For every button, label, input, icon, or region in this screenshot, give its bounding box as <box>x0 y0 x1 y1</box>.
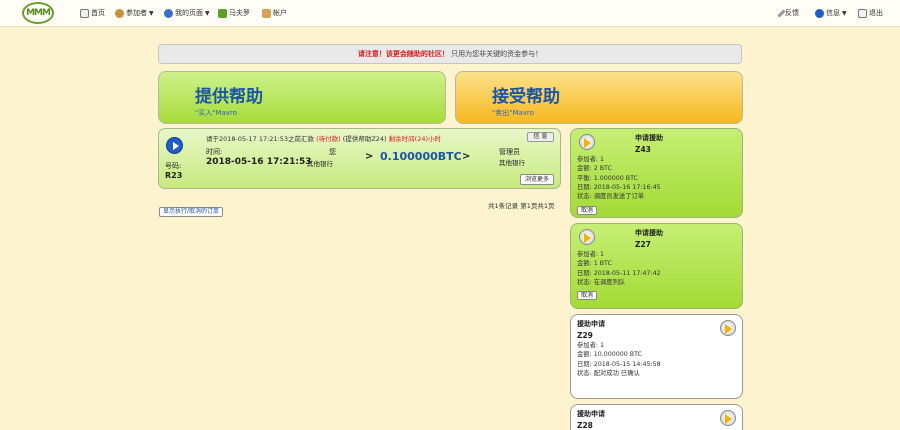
card-code: Z29 <box>577 331 593 340</box>
card-code: Z27 <box>635 240 651 249</box>
card-row: 金额: 1 BTC <box>577 260 612 268</box>
users-icon <box>115 8 124 18</box>
arrow-right-icon <box>579 134 595 150</box>
you-label: 您 <box>329 148 336 156</box>
nav-participants[interactable]: 参加者 ▼ <box>115 7 154 19</box>
arrow-right-icon <box>720 410 736 426</box>
card-row: 金额: 2 BTC <box>577 165 612 173</box>
nav-mavro-label: 马夫罗 <box>229 9 250 17</box>
nav-logout[interactable]: 退出 <box>858 7 883 19</box>
play-icon[interactable] <box>166 137 183 154</box>
notice-text: 只用为您非关键的资金参与！ <box>451 50 543 58</box>
chevron-down-icon: ▼ <box>205 9 210 17</box>
nav-participants-label: 参加者 <box>126 9 147 17</box>
payment-request-card: 号码: R23 请于2018-05-17 17:21:53之前汇款 (待付款) … <box>158 128 561 189</box>
nav-my-page-label: 我的页面 <box>175 9 203 17</box>
receive-help-button[interactable]: 接受帮助 "卖出"Mavro <box>455 71 743 124</box>
card-title: 援助申请 <box>577 320 605 328</box>
receive-help-subtitle: "卖出"Mavro <box>492 109 534 117</box>
card-row: 日期: 2018-05-11 17:47:42 <box>577 269 661 277</box>
user-icon <box>164 8 173 18</box>
amount-value: 0.100000BTC <box>380 150 462 163</box>
home-icon <box>80 8 89 18</box>
card-row: 平衡: 1.000000 BTC <box>577 174 638 182</box>
card-details: 参加者: 1 金额: 1 BTC 日期: 2018-05-11 17:47:42… <box>577 250 661 287</box>
info-button[interactable]: 信 息 <box>527 132 554 142</box>
nav-account[interactable]: 帐户 <box>262 7 287 19</box>
nav-home[interactable]: 首页 <box>80 7 105 19</box>
number-label: 号码: <box>165 162 182 170</box>
manager-label: 管理员 <box>499 148 520 156</box>
card-row: 参加者: 1 <box>577 156 605 163</box>
card-title: 援助申请 <box>577 410 605 418</box>
request-deadline-line: 请于2018-05-17 17:21:53之前汇款 (待付款) (提供帮助Z24… <box>206 133 441 143</box>
date-value: 2018-05-16 17:21:53 <box>206 157 312 167</box>
card-title: 申请援助 <box>635 134 663 142</box>
logout-icon <box>858 8 867 18</box>
arrow-right-icon <box>579 229 595 245</box>
account-icon <box>262 8 271 18</box>
nav-feedback[interactable]: 反馈 <box>777 7 799 19</box>
sender-bank: 其他银行 <box>307 160 333 168</box>
card-row: 状态: 在调度列队 <box>577 278 626 286</box>
mmm-logo[interactable]: MMM <box>22 2 54 24</box>
help-request-card[interactable]: 申请援助 Z43 参加者: 1 金额: 2 BTC 平衡: 1.000000 B… <box>570 128 743 218</box>
receive-help-title: 接受帮助 <box>492 87 560 107</box>
nav-account-label: 帐户 <box>273 9 287 17</box>
receiver-bank: 其他银行 <box>499 159 525 167</box>
card-details: 参加者: 1 金额: 10.000000 BTC 日期: 2018-05-15 … <box>577 341 661 378</box>
card-row: 金额: 10.000000 BTC <box>577 351 642 359</box>
cancel-button[interactable]: 取消 <box>577 206 598 215</box>
pending-status: (待付款) <box>316 135 341 143</box>
nav-feedback-label: 反馈 <box>785 9 799 17</box>
card-row: 日期: 2018-05-16 17:16:45 <box>577 183 661 191</box>
card-code: Z28 <box>577 421 593 430</box>
card-row: 状态: 调度员发送了订单 <box>577 193 645 201</box>
nav-info[interactable]: 信息 ▼ <box>815 7 847 19</box>
card-title: 申请援助 <box>635 229 663 237</box>
notice-bar: 请注意！该更会随助的社区！ 只用为您非关键的资金参与！ <box>158 44 742 64</box>
deadline-text: 请于2018-05-17 17:21:53之前汇款 <box>206 135 315 143</box>
info-icon <box>815 8 824 18</box>
arrow-left: > <box>365 151 374 162</box>
notice-warning: 请注意！该更会随助的社区！ <box>357 50 449 58</box>
arrow-right-icon <box>720 320 736 336</box>
nav-mavro[interactable]: 马夫罗 <box>218 7 250 19</box>
help-request-card[interactable]: 申请援助 Z27 参加者: 1 金额: 1 BTC 日期: 2018-05-11… <box>570 223 743 309</box>
provide-help-button[interactable]: 提供帮助 "买入"Mavro <box>158 71 446 124</box>
chevron-down-icon: ▼ <box>149 9 154 17</box>
pagination-text: 共1条记录 第1页共1页 <box>488 202 555 210</box>
nav-home-label: 首页 <box>91 9 105 17</box>
chevron-down-icon: ▼ <box>842 9 847 17</box>
top-navbar: MMM 首页 参加者 ▼ 我的页面 ▼ 马夫罗 帐户 反馈 信息 ▼ 退出 <box>0 0 900 27</box>
help-offer-card[interactable]: 援助申请 Z29 参加者: 1 金额: 10.000000 BTC 日期: 20… <box>570 314 743 399</box>
logo-text: MMM <box>26 8 51 18</box>
view-more-button[interactable]: 浏览更多 <box>520 174 554 185</box>
nav-my-page[interactable]: 我的页面 ▼ <box>164 7 210 19</box>
card-row: 状态: 配对成功 已确认 <box>577 369 640 377</box>
request-ref: (提供帮助Z24) <box>342 135 387 143</box>
cancel-button[interactable]: 取消 <box>577 291 598 300</box>
date-label: 时间: <box>206 148 223 156</box>
nav-info-label: 信息 <box>826 9 840 17</box>
arrow-right: > <box>462 151 471 162</box>
number-value: R23 <box>165 171 183 180</box>
card-row: 参加者: 1 <box>577 342 605 349</box>
card-details: 参加者: 1 金额: 2 BTC 平衡: 1.000000 BTC 日期: 20… <box>577 155 661 201</box>
nav-logout-label: 退出 <box>869 9 883 17</box>
show-orders-button[interactable]: 显示执行/取消的订单 <box>159 207 224 217</box>
provide-help-title: 提供帮助 <box>195 87 263 107</box>
card-row: 日期: 2018-05-15 14:45:58 <box>577 360 661 368</box>
help-offer-card[interactable]: 援助申请 Z28 <box>570 404 743 430</box>
card-row: 参加者: 1 <box>577 251 605 258</box>
card-code: Z43 <box>635 145 651 154</box>
time-remaining: 剩余时间(24)小时 <box>388 135 441 143</box>
mavro-icon <box>218 8 227 18</box>
provide-help-subtitle: "买入"Mavro <box>195 109 237 117</box>
